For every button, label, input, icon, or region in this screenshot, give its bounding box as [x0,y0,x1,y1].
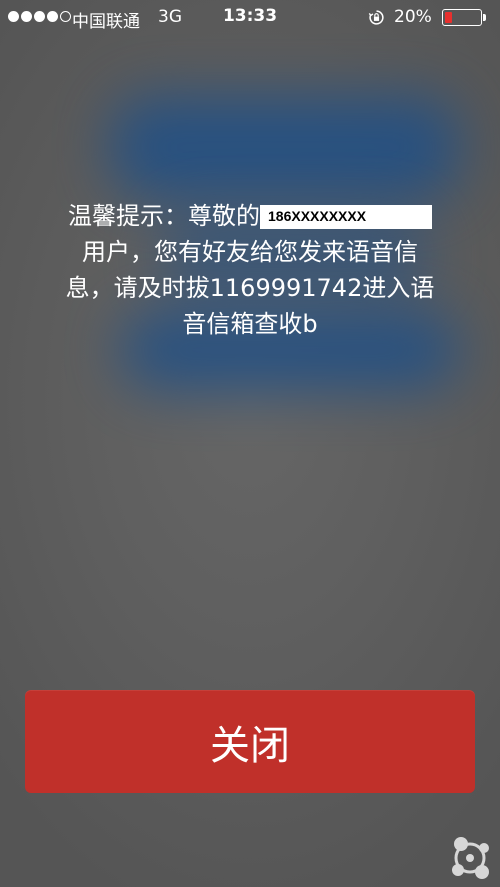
message-text: 温馨提示：尊敬的 [68,202,260,230]
message-line: 息，请及时拔1169991742进入语 [65,274,435,302]
message-line: 用户，您有好友给您发来语音信 [82,238,418,266]
battery-level-fill [445,12,452,23]
background-blur-blob [110,95,460,200]
battery-percent: 20% [394,7,432,27]
phone-number-box: 186XXXXXXXX [260,205,432,229]
close-button[interactable]: 关闭 [25,690,475,793]
message-line: 温馨提示：尊敬的 186XXXXXXXX [50,198,450,234]
alert-message: 温馨提示：尊敬的 186XXXXXXXX 用户，您有好友给您发来语音信 息，请及时… [50,198,450,342]
battery-icon [442,9,482,26]
orientation-lock-icon [368,10,384,25]
status-bar: 中国联通 3G 13:33 20% [0,0,500,34]
watermark-logo-icon [452,837,489,879]
battery-tip [483,14,486,21]
message-line: 音信箱查收b [182,310,318,338]
